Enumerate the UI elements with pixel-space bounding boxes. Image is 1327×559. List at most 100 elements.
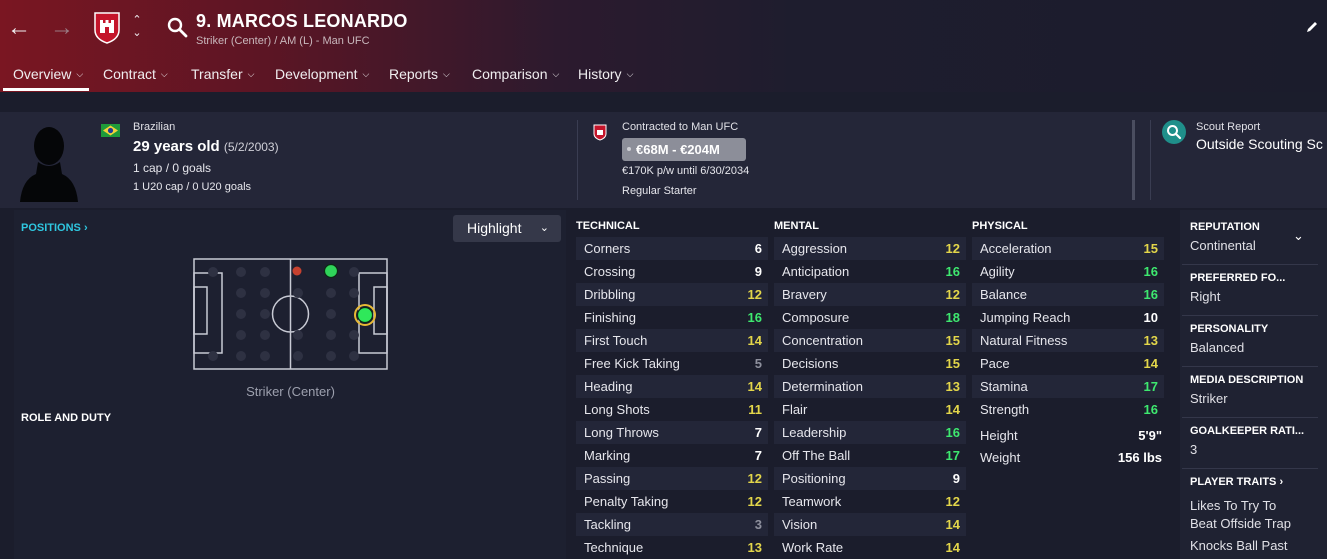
scout-report-value[interactable]: Outside Scouting Sc: [1196, 136, 1323, 152]
attribute-row[interactable]: Teamwork 12: [774, 490, 966, 513]
transfer-value-badge[interactable]: €68M - €204M: [622, 138, 746, 161]
personality-section: PERSONALITY Balanced: [1190, 323, 1269, 355]
attribute-row[interactable]: Free Kick Taking 5: [576, 352, 768, 375]
attribute-row[interactable]: Flair 14: [774, 398, 966, 421]
attribute-name: Vision: [782, 517, 818, 532]
tab-development[interactable]: Development ⌵: [275, 66, 369, 82]
attribute-row[interactable]: Vision 14: [774, 513, 966, 536]
reputation-section[interactable]: REPUTATION Continental: [1190, 221, 1260, 253]
attribute-value: 7: [754, 448, 762, 463]
player-switch-icon[interactable]: ⌃ ⌄: [130, 14, 144, 40]
physical-title: PHYSICAL: [972, 220, 1028, 232]
attribute-row[interactable]: Pace 14: [972, 352, 1164, 375]
attribute-row[interactable]: Agility 16: [972, 260, 1164, 283]
attribute-row[interactable]: Marking 7: [576, 444, 768, 467]
highlight-dropdown[interactable]: Highlight ⌄: [453, 215, 561, 242]
player-header: ← → ⌃ ⌄ 9. MARCOS LEONARDO Striker (Cente…: [0, 0, 1327, 92]
attribute-value: 13: [945, 379, 960, 394]
attribute-row[interactable]: Balance 16: [972, 283, 1164, 306]
contract-club: Contracted to Man UFC: [622, 121, 739, 133]
attribute-value: 5: [754, 356, 762, 371]
attribute-name: Finishing: [584, 310, 637, 325]
media-description-section: MEDIA DESCRIPTION Striker: [1190, 374, 1304, 406]
attribute-row[interactable]: First Touch 14: [576, 329, 768, 352]
attribute-row[interactable]: Natural Fitness 13: [972, 329, 1164, 352]
tab-comparison[interactable]: Comparison ⌵: [472, 66, 559, 82]
position-pitch[interactable]: [193, 258, 388, 370]
attribute-value: 12: [945, 287, 960, 302]
attribute-value: 16: [747, 310, 762, 325]
attribute-row[interactable]: Crossing 9: [576, 260, 768, 283]
attribute-row[interactable]: Tackling 3: [576, 513, 768, 536]
attribute-row[interactable]: Aggression 12: [774, 237, 966, 260]
divider: [1182, 417, 1318, 418]
tab-reports[interactable]: Reports ⌵: [389, 66, 450, 82]
attribute-row[interactable]: Work Rate 14: [774, 536, 966, 559]
attribute-name: Long Throws: [584, 425, 659, 440]
tab-transfer[interactable]: Transfer ⌵: [191, 66, 254, 82]
divider: [577, 120, 578, 200]
attribute-name: Strength: [980, 402, 1030, 417]
attribute-row[interactable]: Anticipation 16: [774, 260, 966, 283]
arrow-left-icon[interactable]: ←: [7, 14, 31, 42]
attribute-row[interactable]: Determination 13: [774, 375, 966, 398]
player-silhouette-icon[interactable]: [20, 118, 78, 202]
club-badge-icon[interactable]: [94, 12, 120, 44]
attribute-value: 13: [1143, 333, 1158, 348]
attribute-row[interactable]: Technique 13: [576, 536, 768, 559]
attribute-row[interactable]: Acceleration 15: [972, 237, 1164, 260]
attribute-name: Long Shots: [584, 402, 650, 417]
player-info-strip: Brazilian 29 years old (5/2/2003) 1 cap …: [0, 112, 1327, 208]
attribute-row[interactable]: Finishing 16: [576, 306, 768, 329]
attribute-value: 13: [747, 540, 762, 555]
arrow-right-icon[interactable]: →: [50, 14, 74, 42]
attribute-row[interactable]: Strength 16: [972, 398, 1164, 421]
attribute-name: Work Rate: [782, 540, 844, 555]
tab-history[interactable]: History ⌵: [578, 66, 633, 82]
attribute-value: 7: [754, 425, 762, 440]
attribute-value: 14: [945, 540, 960, 555]
tab-overview[interactable]: Overview ⌵: [13, 66, 83, 82]
attribute-row[interactable]: Dribbling 12: [576, 283, 768, 306]
search-icon[interactable]: [166, 16, 188, 38]
chevron-down-icon: ⌵: [443, 69, 450, 79]
divider: [1182, 468, 1318, 469]
attribute-row[interactable]: Leadership 16: [774, 421, 966, 444]
nationality: Brazilian: [133, 121, 176, 133]
wage-info: €170K p/w until 6/30/2034: [622, 165, 750, 177]
attribute-row[interactable]: Composure 18: [774, 306, 966, 329]
attribute-row[interactable]: Stamina 17: [972, 375, 1164, 398]
tab-contract[interactable]: Contract ⌵: [103, 66, 168, 82]
attribute-row[interactable]: Off The Ball 17: [774, 444, 966, 467]
attribute-name: Off The Ball: [782, 448, 851, 463]
attribute-value: 12: [945, 241, 960, 256]
attribute-name: Free Kick Taking: [584, 356, 680, 371]
attribute-value: 15: [1143, 241, 1158, 256]
attribute-row[interactable]: Bravery 12: [774, 283, 966, 306]
active-tab-indicator: [3, 88, 89, 91]
positions-link[interactable]: POSITIONS ›: [21, 222, 88, 234]
attribute-name: Anticipation: [782, 264, 850, 279]
scout-search-icon[interactable]: [1162, 120, 1186, 144]
attribute-row[interactable]: Decisions 15: [774, 352, 966, 375]
attribute-row[interactable]: Passing 12: [576, 467, 768, 490]
attribute-name: Aggression: [782, 241, 848, 256]
attribute-value: 17: [945, 448, 960, 463]
pencil-icon[interactable]: [1305, 20, 1319, 34]
attribute-row[interactable]: Long Shots 11: [576, 398, 768, 421]
attribute-row[interactable]: Positioning 9: [774, 467, 966, 490]
attribute-row[interactable]: Corners 6: [576, 237, 768, 260]
chevron-down-icon[interactable]: ⌄: [1293, 228, 1304, 244]
attribute-row[interactable]: Jumping Reach 10: [972, 306, 1164, 329]
attribute-row[interactable]: Heading 14: [576, 375, 768, 398]
player-subtitle: Striker (Center) / AM (L) - Man UFC: [196, 35, 370, 47]
attribute-row[interactable]: Penalty Taking 12: [576, 490, 768, 513]
player-traits-link[interactable]: PLAYER TRAITS ›: [1190, 476, 1283, 488]
attribute-name: Penalty Taking: [584, 494, 669, 509]
mental-title: MENTAL: [774, 220, 820, 232]
attribute-value: 16: [1143, 402, 1158, 417]
attribute-name: Jumping Reach: [980, 310, 1071, 325]
attribute-row[interactable]: Concentration 15: [774, 329, 966, 352]
divider: [1182, 315, 1318, 316]
attribute-row[interactable]: Long Throws 7: [576, 421, 768, 444]
